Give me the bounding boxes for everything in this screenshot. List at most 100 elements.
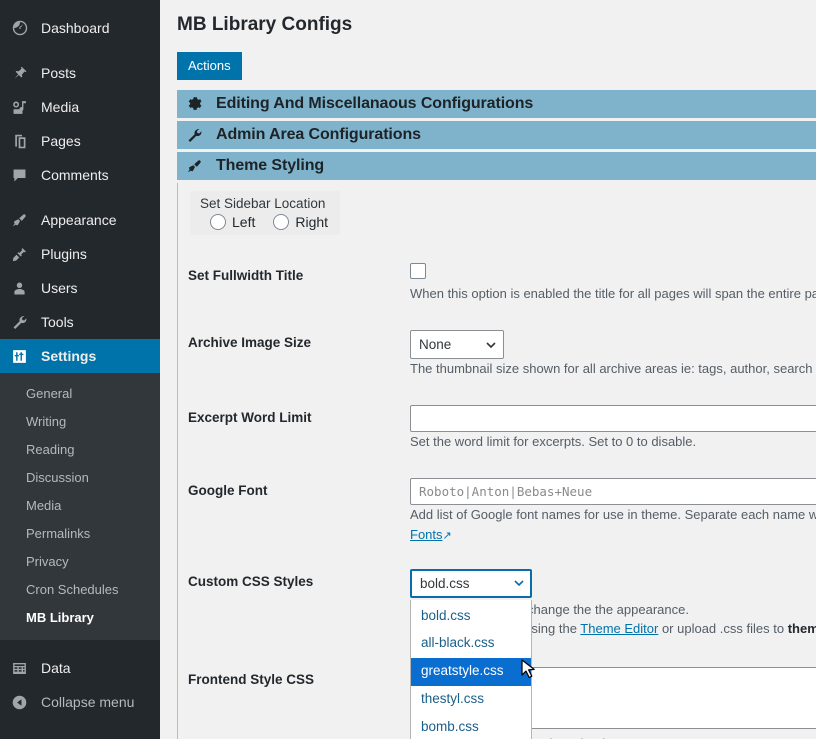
sidebar-item-label: Posts (41, 65, 77, 81)
radio-right-input[interactable] (273, 214, 290, 231)
fullwidth-title-checkbox[interactable] (410, 263, 426, 280)
sidebar-item-label: Settings (41, 348, 97, 364)
google-fonts-link[interactable]: Fonts (410, 527, 443, 542)
radio-option-right[interactable]: Right (273, 214, 328, 231)
sidebar-item-posts[interactable]: Posts (0, 56, 160, 90)
radio-option-left[interactable]: Left (210, 214, 256, 231)
submenu-item-reading[interactable]: Reading (0, 436, 160, 464)
sidebar-item-label: Plugins (41, 246, 87, 262)
archive-image-size-description: The thumbnail size shown for all archive… (410, 361, 816, 377)
sidebar-item-label: Collapse menu (41, 694, 135, 710)
sidebar-item-label: Pages (41, 133, 81, 149)
wrench-icon (186, 127, 216, 144)
dashboard-icon (11, 19, 41, 37)
sidebar-item-data[interactable]: Data (0, 651, 160, 685)
submenu-item-media[interactable]: Media (0, 492, 160, 520)
sidebar-item-label: Comments (41, 167, 109, 183)
fullwidth-title-label: Set Fullwidth Title (188, 268, 304, 284)
submenu-item-discussion[interactable]: Discussion (0, 464, 160, 492)
accordion-title: Admin Area Configurations (216, 126, 421, 144)
sidebar-item-label: Users (41, 280, 78, 296)
sidebar-item-label: Dashboard (41, 20, 110, 36)
fullwidth-title-description: When this option is enabled the title fo… (410, 286, 816, 302)
sidebar-item-label: Tools (41, 314, 74, 330)
google-font-link-row: Fonts↗ (410, 526, 816, 545)
field-row-excerpt-word-limit: Excerpt Word Limit Set the word limit fo… (178, 404, 816, 452)
custom-css-desc-path: themes/theme-name/css/ (787, 621, 816, 637)
sidebar-item-pages[interactable]: Pages (0, 124, 160, 158)
google-font-label: Google Font (188, 482, 268, 498)
excerpt-word-limit-label: Excerpt Word Limit (188, 409, 312, 425)
sidebar-location-options: Left Right (198, 214, 328, 231)
fullwidth-title-control: When this option is enabled the title fo… (410, 263, 816, 304)
dropdown-option-highlighted[interactable]: greatstyle.css (411, 658, 531, 687)
excerpt-word-limit-input[interactable] (410, 404, 816, 432)
config-accordion: Editing And Miscellanaous Configurations… (177, 90, 816, 739)
google-font-description: Add list of Google font names for use in… (410, 506, 816, 525)
radio-left-input[interactable] (210, 214, 226, 231)
paintbrush-icon (11, 212, 41, 229)
archive-image-size-select[interactable]: None (410, 330, 504, 360)
pages-icon (11, 133, 41, 150)
admin-sidebar: Dashboard Posts Media Pages Comments App… (0, 0, 168, 739)
sidebar-spacer-top (0, 0, 160, 11)
submenu-item-writing[interactable]: Writing (0, 408, 160, 436)
submenu-item-mb-library[interactable]: MB Library (0, 604, 160, 632)
sidebar-item-label: Data (41, 660, 71, 676)
custom-css-option-list: bold.css all-black.css greatstyle.css th… (410, 599, 532, 739)
google-font-control: Add list of Google font names for use in… (410, 477, 816, 545)
dropdown-option[interactable]: bold.css (411, 603, 531, 631)
sidebar-item-comments[interactable]: Comments (0, 158, 160, 192)
field-row-archive-image-size: Archive Image Size None The thumbnail si… (178, 330, 816, 379)
accordion-header-theme-styling[interactable]: Theme Styling (177, 152, 816, 181)
accordion-header-editing-misc[interactable]: Editing And Miscellanaous Configurations (177, 90, 816, 119)
table-icon (11, 660, 41, 677)
actions-button[interactable]: Actions (177, 51, 242, 81)
dropdown-option[interactable]: bomb.css (411, 714, 531, 739)
sidebar-item-users[interactable]: Users (0, 271, 160, 305)
submenu-item-permalinks[interactable]: Permalinks (0, 520, 160, 548)
collapse-arrow-icon (11, 694, 41, 711)
archive-image-size-select-wrap: None (410, 330, 504, 360)
custom-css-select[interactable]: bold.css (410, 568, 532, 598)
dropdown-option[interactable]: all-black.css (411, 630, 531, 658)
pin-icon (11, 65, 41, 82)
paintbrush-icon (186, 158, 216, 175)
field-row-custom-css-styles: Custom CSS Styles bold.css bold.css all-… (178, 568, 816, 739)
accordion-header-admin-area[interactable]: Admin Area Configurations (177, 121, 816, 150)
archive-image-size-label: Archive Image Size (188, 335, 312, 351)
submenu-item-cron-schedules[interactable]: Cron Schedules (0, 576, 160, 604)
radio-left-label: Left (232, 214, 256, 231)
sidebar-item-label: Media (41, 99, 80, 115)
excerpt-word-limit-control: Set the word limit for excerpts. Set to … (410, 404, 816, 452)
sidebar-item-plugins[interactable]: Plugins (0, 237, 160, 271)
sidebar-item-tools[interactable]: Tools (0, 305, 160, 339)
accordion-title: Editing And Miscellanaous Configurations (216, 95, 534, 113)
field-row-sidebar-location: Set Sidebar Location Left Right (178, 189, 816, 236)
custom-css-dropdown: bold.css bold.css all-black.css greatsty… (410, 568, 532, 739)
submenu-item-general[interactable]: General (0, 380, 160, 408)
sidebar-item-settings[interactable]: Settings (0, 339, 168, 373)
media-icon (11, 99, 41, 116)
google-font-input[interactable] (410, 477, 816, 505)
submenu-item-privacy[interactable]: Privacy (0, 548, 160, 576)
sidebar-item-label: Appearance (41, 212, 117, 228)
theme-editor-link[interactable]: Theme Editor (580, 621, 658, 636)
sidebar-item-media[interactable]: Media (0, 90, 160, 124)
settings-sliders-icon (11, 348, 41, 365)
sidebar-item-collapse-menu[interactable]: Collapse menu (0, 685, 160, 719)
field-row-google-font: Google Font Add list of Google font name… (178, 477, 816, 545)
sidebar-location-group: Set Sidebar Location Left Right (190, 191, 341, 236)
main-content: MB Library Configs Actions Editing And M… (160, 0, 816, 739)
user-icon (11, 280, 41, 297)
excerpt-word-limit-description: Set the word limit for excerpts. Set to … (410, 433, 697, 449)
sidebar-item-appearance[interactable]: Appearance (0, 203, 160, 237)
plug-icon (11, 246, 41, 263)
dropdown-option[interactable]: thestyl.css (411, 686, 531, 714)
custom-css-desc-mid: or upload .css files to (658, 621, 788, 637)
sidebar-location-label: Set Sidebar Location (200, 196, 326, 212)
sidebar-item-dashboard[interactable]: Dashboard (0, 11, 160, 45)
